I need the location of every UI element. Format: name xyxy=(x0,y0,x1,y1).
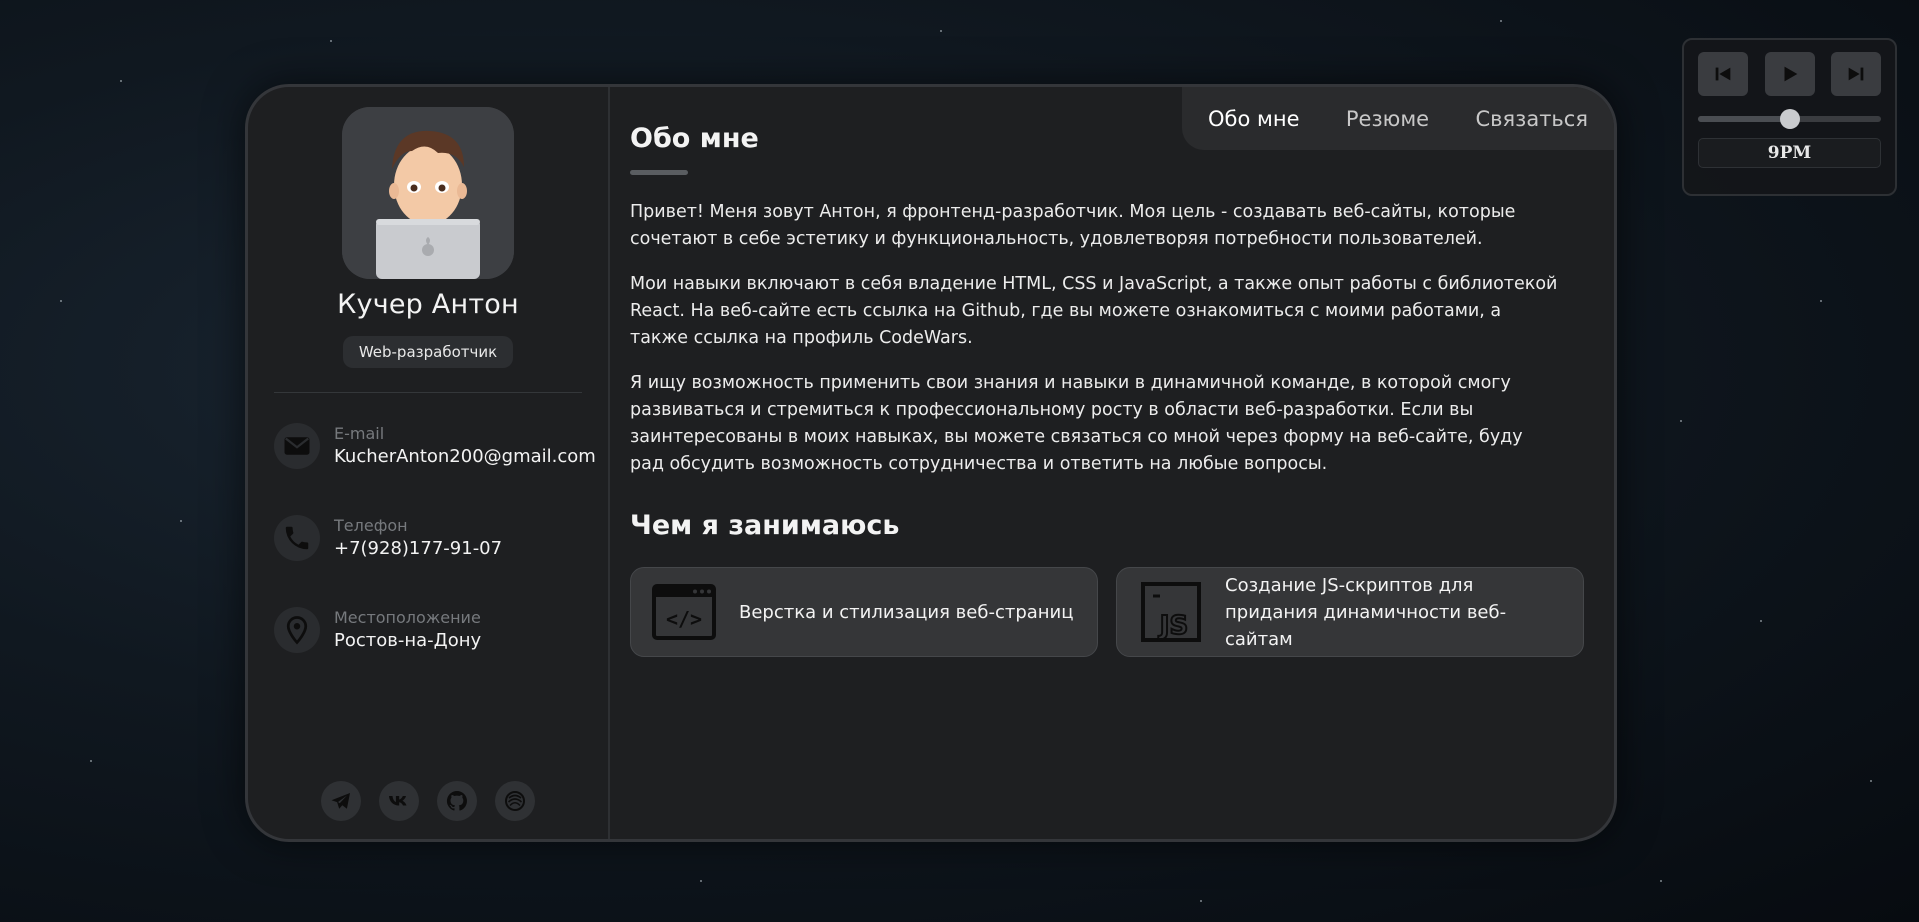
tab-contact[interactable]: Связаться xyxy=(1475,107,1588,131)
profile-card: Кучер Антон Web-разработчик E-mail Kuche… xyxy=(245,84,1617,842)
contacts-list: E-mail KucherAnton200@gmail.com Телефон … xyxy=(274,423,596,653)
service-text: Верстка и стилизация веб-страниц xyxy=(739,601,1074,623)
codewars-icon xyxy=(505,791,525,811)
github-link[interactable] xyxy=(437,781,477,821)
play-icon xyxy=(1784,66,1797,82)
music-player: 9PM xyxy=(1682,38,1897,196)
tab-resume[interactable]: Резюме xyxy=(1346,107,1429,131)
skip-back-icon xyxy=(1715,67,1731,81)
role-badge: Web-разработчик xyxy=(342,336,514,368)
profile-name: Кучер Антон xyxy=(337,289,519,320)
play-button[interactable] xyxy=(1764,52,1815,96)
service-text: Создание JS-скриптов для придания динами… xyxy=(1225,574,1507,650)
location-pin-icon xyxy=(274,607,320,653)
svg-text:JS: JS xyxy=(1158,611,1188,641)
next-track-button[interactable] xyxy=(1831,52,1881,96)
contact-label: Телефон xyxy=(334,516,408,535)
email-link[interactable]: KucherAnton200@gmail.com xyxy=(334,446,596,467)
contact-location: Местоположение Ростов-на-Дону xyxy=(274,607,582,653)
location-value: Ростов-на-Дону xyxy=(334,630,482,651)
top-nav: Обо мне Резюме Связаться xyxy=(1182,87,1614,150)
services-title: Чем я занимаюсь xyxy=(630,510,900,541)
tab-about[interactable]: Обо мне xyxy=(1208,107,1300,131)
service-card-js: JS Создание JS-скриптов для придания дин… xyxy=(1116,567,1584,657)
volume-slider[interactable] xyxy=(1698,109,1881,129)
phone-icon xyxy=(274,515,320,561)
volume-slider-fill xyxy=(1698,116,1790,122)
main-content: Обо мне Резюме Связаться Обо мне Привет!… xyxy=(610,87,1614,839)
about-paragraph-1: Привет! Меня зовут Антон, я фронтенд-раз… xyxy=(630,202,1516,249)
avatar xyxy=(342,107,514,279)
telegram-link[interactable] xyxy=(321,781,361,821)
contact-label: Местоположение xyxy=(334,608,481,627)
previous-track-button[interactable] xyxy=(1698,52,1748,96)
mail-icon xyxy=(274,423,320,469)
vk-link[interactable] xyxy=(379,781,419,821)
services-list: </> Верстка и стилизация веб-страниц JS … xyxy=(630,567,1584,657)
volume-slider-thumb[interactable] xyxy=(1779,109,1800,129)
social-links xyxy=(248,781,608,821)
vk-icon xyxy=(389,796,407,806)
phone-link[interactable]: +7(928)177-91-07 xyxy=(334,538,502,559)
contact-email: E-mail KucherAnton200@gmail.com xyxy=(274,423,596,469)
telegram-icon xyxy=(331,793,350,809)
memoji-laptop-avatar-icon xyxy=(342,107,514,279)
time-display: 9PM xyxy=(1698,138,1881,168)
service-card-layout: </> Верстка и стилизация веб-страниц xyxy=(630,567,1098,657)
codewars-link[interactable] xyxy=(495,781,535,821)
js-icon: JS xyxy=(1141,582,1201,642)
title-underline xyxy=(630,170,688,175)
sidebar-divider xyxy=(274,392,582,393)
contact-phone: Телефон +7(928)177-91-07 xyxy=(274,515,582,561)
skip-forward-icon xyxy=(1848,67,1864,81)
svg-text:</>: </> xyxy=(666,607,702,631)
about-paragraph-2: Мои навыки включают в себя владение HTML… xyxy=(630,274,1558,348)
about-paragraph-3: Я ищу возможность применить свои знания … xyxy=(630,373,1523,474)
code-window-icon: </> xyxy=(652,584,716,640)
sidebar: Кучер Антон Web-разработчик E-mail Kuche… xyxy=(248,87,610,839)
contact-label: E-mail xyxy=(334,424,385,443)
github-icon xyxy=(446,790,467,811)
